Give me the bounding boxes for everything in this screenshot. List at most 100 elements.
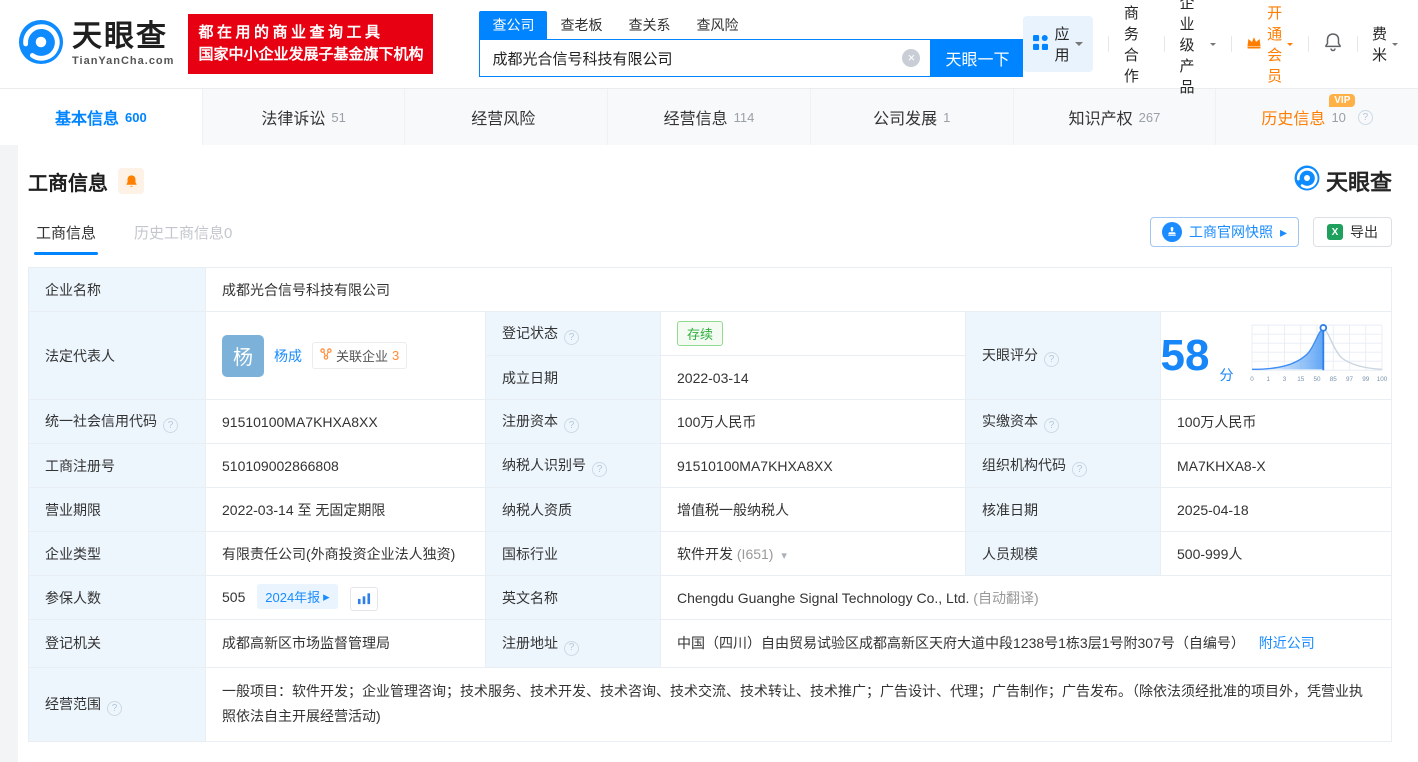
search-button[interactable]: 天眼一下 xyxy=(931,39,1023,77)
slogan-line-2: 国家中小企业发展子基金旗下机构 xyxy=(198,44,423,66)
row-reg-number: 工商注册号 510109002866808 纳税人识别号? 91510100MA… xyxy=(29,444,1392,488)
business-term-label: 营业期限 xyxy=(29,488,206,532)
search-tab-risk[interactable]: 查风险 xyxy=(683,11,751,39)
score-axis-tick: 0 xyxy=(1251,376,1255,383)
help-icon[interactable]: ? xyxy=(564,418,579,433)
annual-report-label: 2024年报 xyxy=(265,587,320,606)
tab-business-info[interactable]: 经营信息 114 xyxy=(607,89,810,145)
company-type-value: 有限责任公司(外商投资企业法人独资) xyxy=(206,532,486,576)
logo-domain: TianYanCha.com xyxy=(72,55,174,67)
nearby-companies-link[interactable]: 附近公司 xyxy=(1259,635,1315,651)
logo-text: 天眼查 xyxy=(72,22,174,52)
legal-rep-value: 杨 杨成 关联企业 3 xyxy=(206,312,486,400)
help-icon[interactable]: ? xyxy=(1358,110,1373,125)
tab-company-development[interactable]: 公司发展 1 xyxy=(810,89,1013,145)
top-nav: 应用 商务合作 企业级产品 开通会员 费米 xyxy=(1023,0,1398,97)
crown-icon xyxy=(1246,35,1262,53)
reg-status-label: 登记状态? xyxy=(486,312,661,356)
legal-rep-avatar[interactable]: 杨 xyxy=(222,335,264,377)
tab-operational-risk[interactable]: 经营风险 xyxy=(404,89,607,145)
nav-user-menu[interactable]: 费米 xyxy=(1372,23,1398,65)
score-distribution-chart: 0 1 3 15 50 85 97 99 100 xyxy=(1243,319,1391,392)
help-icon[interactable]: ? xyxy=(163,418,178,433)
credit-code-label: 统一社会信用代码? xyxy=(29,400,206,444)
tab-history-info[interactable]: VIP 历史信息 10 ? xyxy=(1215,89,1418,145)
help-icon[interactable]: ? xyxy=(1072,462,1087,477)
search-tab-boss[interactable]: 查老板 xyxy=(547,11,615,39)
tab-count: 267 xyxy=(1139,110,1161,125)
related-companies-count: 3 xyxy=(392,348,399,363)
insured-count-label: 参保人数 xyxy=(29,576,206,620)
tab-basic-info[interactable]: 基本信息 600 xyxy=(0,89,202,145)
reg-capital-value: 100万人民币 xyxy=(661,400,966,444)
official-snapshot-button[interactable]: 工商官网快照 ▸ xyxy=(1150,217,1299,247)
english-name-label: 英文名称 xyxy=(486,576,661,620)
score-axis-tick: 97 xyxy=(1346,376,1354,383)
industry-label: 国标行业 xyxy=(486,532,661,576)
approval-date-value: 2025-04-18 xyxy=(1161,488,1392,532)
paid-capital-label: 实缴资本? xyxy=(966,400,1161,444)
export-button[interactable]: X 导出 xyxy=(1313,217,1392,247)
org-code-label: 组织机构代码? xyxy=(966,444,1161,488)
legal-rep-name-link[interactable]: 杨成 xyxy=(274,346,302,366)
nav-open-vip[interactable]: 开通会员 xyxy=(1246,2,1293,86)
subtab-business-info[interactable]: 工商信息 xyxy=(28,222,104,255)
tab-intellectual-property[interactable]: 知识产权 267 xyxy=(1013,89,1216,145)
reg-authority-value: 成都高新区市场监督管理局 xyxy=(206,620,486,668)
chevron-down-icon xyxy=(1075,42,1083,50)
tab-count: 114 xyxy=(734,110,755,125)
industry-value[interactable]: 软件开发 (I651) ▾ xyxy=(661,532,966,576)
tab-legal-proceedings[interactable]: 法律诉讼 51 xyxy=(202,89,405,145)
tyc-score-value: 58 分 xyxy=(1161,312,1392,400)
score-axis-tick: 85 xyxy=(1330,376,1338,383)
paid-capital-value: 100万人民币 xyxy=(1161,400,1392,444)
taxpayer-id-value: 91510100MA7KHXA8XX xyxy=(661,444,966,488)
subtab-history-business-info[interactable]: 历史工商信息0 xyxy=(126,222,240,255)
reg-number-value: 510109002866808 xyxy=(206,444,486,488)
score-axis-tick: 100 xyxy=(1377,376,1388,383)
related-companies-badge[interactable]: 关联企业 3 xyxy=(312,342,407,369)
score-axis-tick: 3 xyxy=(1283,376,1287,383)
reg-status-value: 存续 xyxy=(661,312,966,356)
search-input[interactable] xyxy=(492,50,902,67)
nav-business-cooperation[interactable]: 商务合作 xyxy=(1124,2,1149,86)
chevron-down-icon xyxy=(1210,43,1216,49)
company-name-value: 成都光合信号科技有限公司 xyxy=(206,268,1392,312)
apps-menu[interactable]: 应用 xyxy=(1023,16,1093,72)
chevron-down-icon[interactable]: ▾ xyxy=(781,549,787,562)
tab-label: 法律诉讼 xyxy=(261,105,325,129)
search-area: 查公司 查老板 查关系 查风险 × 天眼一下 xyxy=(479,11,1023,77)
stamp-icon xyxy=(1162,222,1182,242)
clear-search-icon[interactable]: × xyxy=(902,49,920,67)
business-scope-label: 经营范围? xyxy=(29,668,206,741)
annual-report-badge[interactable]: 2024年报 ▸ xyxy=(257,584,337,609)
help-icon[interactable]: ? xyxy=(107,701,122,716)
help-icon[interactable]: ? xyxy=(592,462,607,477)
tab-count: 10 xyxy=(1331,110,1345,125)
help-icon[interactable]: ? xyxy=(1044,352,1059,367)
tianyancha-logo[interactable]: 天眼查 TianYanCha.com xyxy=(18,19,174,70)
auto-translate-note: (自动翻译) xyxy=(973,590,1038,606)
vip-label: 开通会员 xyxy=(1267,2,1282,86)
monitor-bell-icon[interactable] xyxy=(118,168,144,194)
chevron-down-icon xyxy=(1392,43,1398,49)
tab-count: 51 xyxy=(331,110,345,125)
slogan-line-1: 都在用的商业查询工具 xyxy=(198,22,423,44)
insured-count-value: 505 2024年报 ▸ xyxy=(206,576,486,620)
insured-trend-chart-button[interactable] xyxy=(350,587,378,611)
search-tab-company[interactable]: 查公司 xyxy=(479,11,547,39)
notification-bell-icon[interactable] xyxy=(1324,32,1342,56)
reg-address-value: 中国（四川）自由贸易试验区成都高新区天府大道中段1238号1栋3层1号附307号… xyxy=(661,620,1392,668)
help-icon[interactable]: ? xyxy=(564,641,579,656)
tianyancha-watermark: 天眼查 xyxy=(1294,165,1392,197)
tab-label: 经营信息 xyxy=(664,105,728,129)
business-term-value: 2022-03-14 至 无固定期限 xyxy=(206,488,486,532)
related-companies-label: 关联企业 xyxy=(336,346,388,365)
approval-date-label: 核准日期 xyxy=(966,488,1161,532)
nav-enterprise-products[interactable]: 企业级产品 xyxy=(1180,0,1216,97)
search-tab-relation[interactable]: 查关系 xyxy=(615,11,683,39)
tyc-score-label: 天眼评分? xyxy=(966,312,1161,400)
help-icon[interactable]: ? xyxy=(564,330,579,345)
help-icon[interactable]: ? xyxy=(1044,418,1059,433)
row-insured-count: 参保人数 505 2024年报 ▸ 英文名称 Chengdu Guanghe S… xyxy=(29,576,1392,620)
